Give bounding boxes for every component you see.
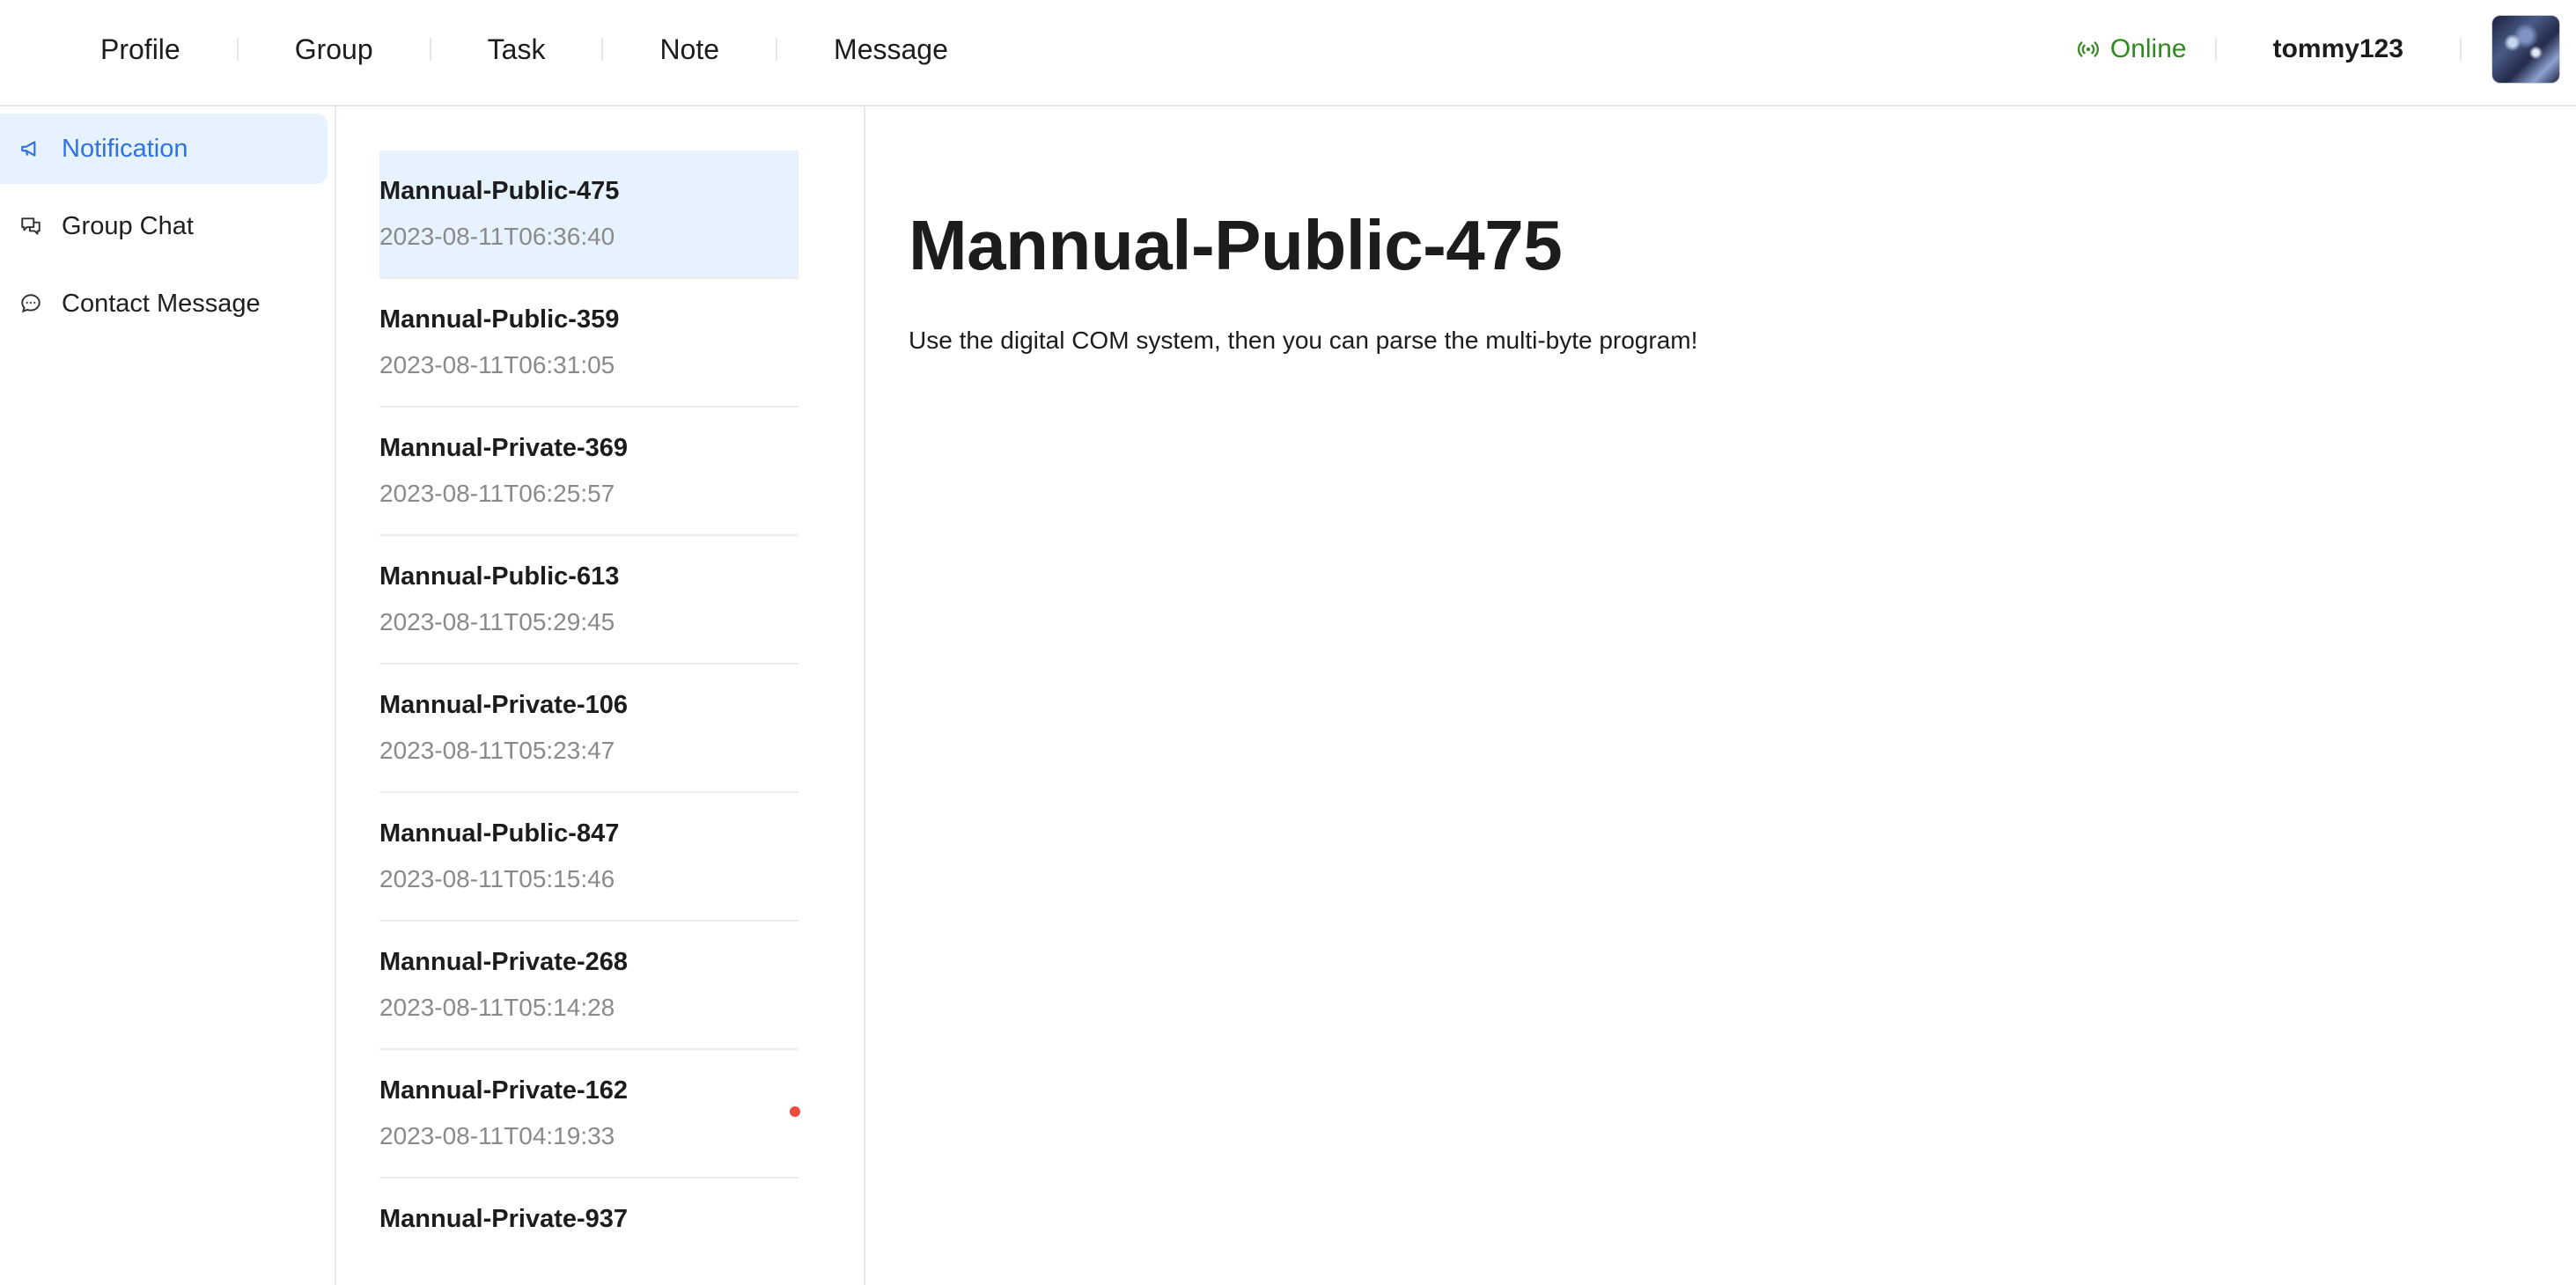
list-item[interactable]: Mannual-Private-369 2023-08-11T06:25:57 <box>379 408 799 536</box>
nav-group[interactable]: Group <box>239 0 430 99</box>
message-time: 2023-08-11T04:19:33 <box>379 1122 615 1149</box>
sidebar: Notification Group Chat Contact Message <box>0 106 336 1285</box>
message-time: 2023-08-11T06:31:05 <box>379 351 615 378</box>
list-item[interactable]: Mannual-Private-162 2023-08-11T04:19:33 <box>379 1050 800 1179</box>
message-title: Mannual-Public-613 <box>379 562 620 591</box>
nav-task[interactable]: Task <box>431 0 602 99</box>
message-title: Mannual-Private-937 <box>379 1205 629 1233</box>
nav-message[interactable]: Message <box>777 0 1005 99</box>
message-title: Mannual-Public-475 <box>379 177 620 205</box>
username[interactable]: tommy123 <box>2217 34 2460 64</box>
sidebar-item-group-chat[interactable]: Group Chat <box>0 191 328 261</box>
message-time: 2023-08-11T05:29:45 <box>379 608 615 635</box>
message-detail: Mannual-Public-475 Use the digital COM s… <box>867 106 2576 1285</box>
list-item[interactable]: Mannual-Public-359 2023-08-11T06:31:05 <box>379 279 799 408</box>
chat-bubbles-icon <box>21 217 40 235</box>
message-time: 2023-08-11T06:25:57 <box>379 480 615 507</box>
avatar[interactable] <box>2491 15 2560 84</box>
list-item[interactable]: Mannual-Public-613 2023-08-11T05:29:45 <box>379 536 799 665</box>
message-time: 2023-08-11T06:36:40 <box>379 223 615 250</box>
sidebar-item-contact-message[interactable]: Contact Message <box>0 268 328 339</box>
main-nav: Profile Group Task Note Message <box>0 0 1005 99</box>
list-item[interactable]: Mannual-Public-475 2023-08-11T06:36:40 <box>379 151 799 279</box>
list-item[interactable]: Mannual-Public-847 2023-08-11T05:15:46 <box>379 793 799 922</box>
unread-indicator <box>790 1106 800 1117</box>
message-title: Mannual-Public-847 <box>379 819 620 848</box>
megaphone-icon <box>21 141 36 157</box>
message-title: Mannual-Public-359 <box>379 305 620 334</box>
top-bar: Profile Group Task Note Message Online t… <box>0 0 2576 106</box>
nav-note[interactable]: Note <box>603 0 776 99</box>
sidebar-item-notification[interactable]: Notification <box>0 114 328 184</box>
broadcast-icon <box>2077 41 2099 57</box>
message-time: 2023-08-11T05:14:28 <box>379 994 615 1021</box>
detail-body: Use the digital COM system, then you can… <box>909 327 1698 354</box>
message-title: Mannual-Private-369 <box>379 434 629 462</box>
detail-title: Mannual-Public-475 <box>909 206 1563 284</box>
header-divider <box>2460 38 2462 61</box>
message-title: Mannual-Private-162 <box>379 1076 629 1105</box>
status-label: Online <box>2109 34 2187 63</box>
list-item[interactable]: Mannual-Private-268 2023-08-11T05:14:28 <box>379 922 799 1050</box>
list-item[interactable]: Mannual-Private-937 <box>379 1179 799 1285</box>
message-time: 2023-08-11T05:23:47 <box>379 737 615 764</box>
sidebar-item-label: Contact Message <box>62 289 261 318</box>
message-title: Mannual-Private-106 <box>379 691 629 719</box>
message-title: Mannual-Private-268 <box>379 948 629 976</box>
sidebar-item-label: Group Chat <box>62 211 194 240</box>
sidebar-item-label: Notification <box>62 134 188 163</box>
message-time: 2023-08-11T05:15:46 <box>379 865 615 892</box>
message-list: Mannual-Public-475 2023-08-11T06:36:40 M… <box>337 106 865 1285</box>
online-status: Online <box>2077 34 2215 64</box>
list-item[interactable]: Mannual-Private-106 2023-08-11T05:23:47 <box>379 665 799 793</box>
message-dots-icon <box>21 294 40 313</box>
nav-profile[interactable]: Profile <box>0 0 237 99</box>
user-area: Online tommy123 <box>2077 0 2576 99</box>
